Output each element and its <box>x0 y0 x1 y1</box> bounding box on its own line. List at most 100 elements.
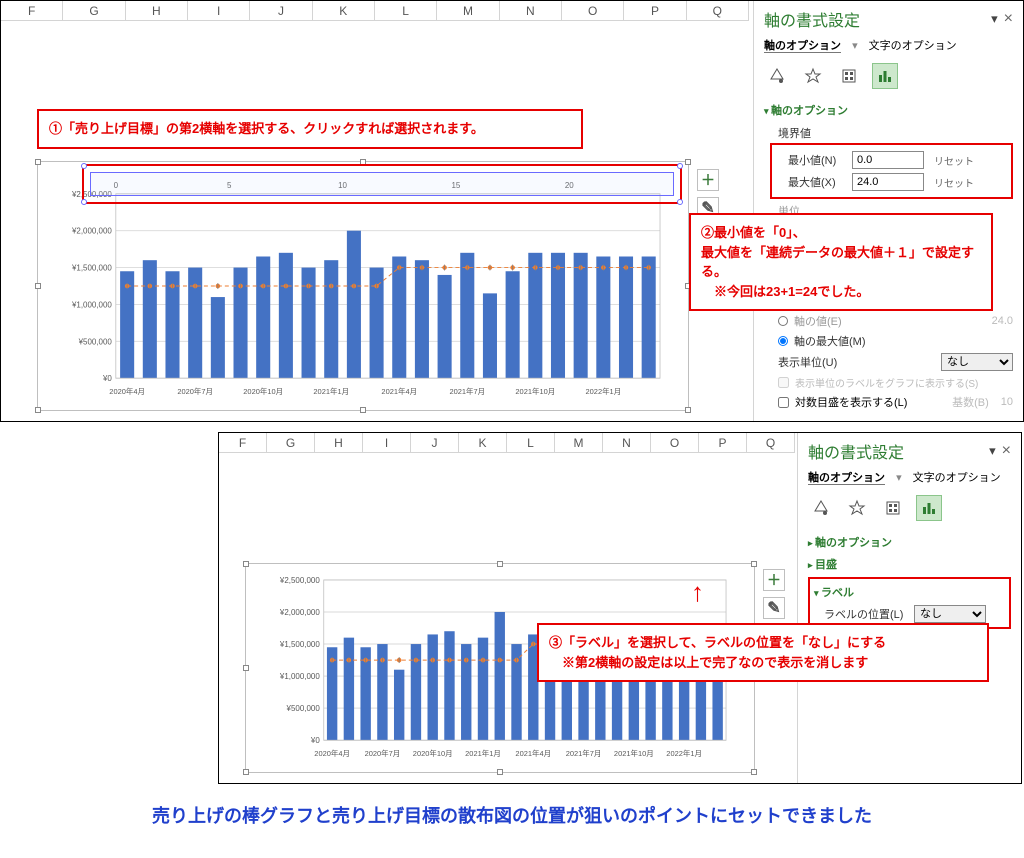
fill-line-icon-2[interactable] <box>808 495 834 521</box>
min-label: 最小値(N) <box>788 152 846 168</box>
resize-handle[interactable] <box>35 407 41 413</box>
subtab-text-options[interactable]: 文字のオプション <box>869 40 957 52</box>
svg-text:2022年1月: 2022年1月 <box>666 748 702 758</box>
column-header-N[interactable]: N <box>603 433 651 452</box>
svg-text:2021年7月: 2021年7月 <box>449 386 485 396</box>
column-header-N[interactable]: N <box>500 1 562 20</box>
section-labels[interactable]: ラベル <box>814 581 1005 603</box>
subtab-axis-options-2[interactable]: 軸のオプション <box>808 472 885 485</box>
section-ticks[interactable]: 目盛 <box>808 553 1011 575</box>
section-axis-options[interactable]: 軸のオプション <box>764 99 1013 121</box>
log-scale-row: 対数目盛を表示する(L) 基数(B) 10 <box>764 392 1013 412</box>
label-pos-row: ラベルの位置(L) なし <box>814 603 1005 625</box>
column-header-P[interactable]: P <box>699 433 747 452</box>
axis-options-icon-2[interactable] <box>916 495 942 521</box>
resize-handle[interactable] <box>685 159 691 165</box>
column-header-G[interactable]: G <box>267 433 315 452</box>
pane-close-icon[interactable]: × <box>1004 10 1013 27</box>
max-input[interactable] <box>852 173 924 191</box>
display-units-hint: 表示単位のラベルをグラフに表示する(S) <box>795 375 978 390</box>
column-header-M[interactable]: M <box>437 1 499 20</box>
chart-elements-button[interactable]: ＋ <box>697 169 719 191</box>
fill-line-icon[interactable] <box>764 63 790 89</box>
resize-handle[interactable] <box>360 407 366 413</box>
log-scale-label: 対数目盛を表示する(L) <box>795 394 907 410</box>
pane-subtabs-2: 軸のオプション ▾ 文字のオプション <box>808 469 1011 485</box>
column-header-K[interactable]: K <box>313 1 375 20</box>
resize-handle[interactable] <box>685 407 691 413</box>
column-header-F[interactable]: F <box>1 1 63 20</box>
column-header-P[interactable]: P <box>624 1 686 20</box>
svg-text:2021年10月: 2021年10月 <box>515 386 555 396</box>
label-pos-select[interactable]: なし <box>914 605 986 623</box>
size-properties-icon[interactable] <box>836 63 862 89</box>
effects-icon[interactable] <box>800 63 826 89</box>
subtab-text-options-2[interactable]: 文字のオプション <box>913 472 1001 484</box>
pane-title-row-2: 軸の書式設定 ▾× <box>808 439 1011 463</box>
max-label: 最大値(X) <box>788 174 846 190</box>
column-header-J[interactable]: J <box>250 1 312 20</box>
resize-handle[interactable] <box>497 561 503 567</box>
callout-3-line1: ③「ラベル」を選択して、ラベルの位置を「なし」にする <box>549 635 886 650</box>
resize-handle[interactable] <box>35 283 41 289</box>
min-input[interactable] <box>852 151 924 169</box>
column-header-row: FGHIJKLMNOPQ <box>1 1 749 21</box>
resize-handle[interactable] <box>243 769 249 775</box>
axis-value-value: 24.0 <box>992 315 1013 327</box>
resize-handle[interactable] <box>243 561 249 567</box>
section-axis-options-2[interactable]: 軸のオプション <box>808 531 1011 553</box>
column-header-K[interactable]: K <box>459 433 507 452</box>
chart-elements-button-2[interactable]: ＋ <box>763 569 785 591</box>
column-header-row-2: FGHIJKLMNOPQ <box>219 433 795 453</box>
column-header-I[interactable]: I <box>363 433 411 452</box>
svg-text:2021年4月: 2021年4月 <box>515 748 551 758</box>
footer-summary: 売り上げの棒グラフと売り上げ目標の散布図の位置が狙いのポイントにセットできました <box>0 802 1024 828</box>
max-reset[interactable]: リセット <box>934 175 974 190</box>
axis-value-radio[interactable] <box>778 316 788 326</box>
column-header-M[interactable]: M <box>555 433 603 452</box>
column-header-L[interactable]: L <box>375 1 437 20</box>
axis-max-radio[interactable] <box>778 336 788 346</box>
pane-dropdown-icon[interactable]: ▾ <box>991 11 998 26</box>
min-reset[interactable]: リセット <box>934 153 974 168</box>
log-scale-checkbox[interactable] <box>778 397 789 408</box>
resize-handle[interactable] <box>751 769 757 775</box>
pane-title-row: 軸の書式設定 ▾× <box>764 7 1013 31</box>
labels-red-highlight: ラベル ラベルの位置(L) なし <box>808 577 1011 629</box>
axis-options-icon[interactable] <box>872 63 898 89</box>
column-headers: FGHIJKLMNOPQ <box>1 1 749 21</box>
size-properties-icon-2[interactable] <box>880 495 906 521</box>
resize-handle[interactable] <box>243 665 249 671</box>
chart-styles-button-2[interactable]: ✎ <box>763 597 785 619</box>
column-headers-2: FGHIJKLMNOPQ <box>219 433 795 453</box>
column-header-J[interactable]: J <box>411 433 459 452</box>
column-header-H[interactable]: H <box>315 433 363 452</box>
column-header-G[interactable]: G <box>63 1 125 20</box>
resize-handle[interactable] <box>497 769 503 775</box>
svg-text:2020年10月: 2020年10月 <box>413 748 453 758</box>
effects-icon-2[interactable] <box>844 495 870 521</box>
svg-text:¥2,000,000: ¥2,000,000 <box>72 227 112 236</box>
pane-close-icon-2[interactable]: × <box>1002 442 1011 459</box>
subtab-axis-options[interactable]: 軸のオプション <box>764 40 841 53</box>
column-header-F[interactable]: F <box>219 433 267 452</box>
column-header-Q[interactable]: Q <box>747 433 795 452</box>
svg-text:2021年10月: 2021年10月 <box>614 748 654 758</box>
secondary-horizontal-axis-selection[interactable] <box>82 164 682 204</box>
column-header-L[interactable]: L <box>507 433 555 452</box>
svg-text:¥2,500,000: ¥2,500,000 <box>280 576 320 585</box>
column-header-O[interactable]: O <box>562 1 624 20</box>
embedded-chart[interactable]: ¥0¥500,000¥1,000,000¥1,500,000¥2,000,000… <box>37 161 689 411</box>
callout-2: ②最小値を「0」、 最大値を「連続データの最大値＋１」で設定する。 ※今回は23… <box>689 213 993 311</box>
pane-dropdown-icon-2[interactable]: ▾ <box>989 443 996 458</box>
column-header-Q[interactable]: Q <box>687 1 749 20</box>
column-header-I[interactable]: I <box>188 1 250 20</box>
axis-value-row: 軸の値(E) 24.0 <box>764 311 1013 331</box>
bounds-red-highlight: 最小値(N) リセット 最大値(X) リセット <box>770 143 1013 199</box>
column-header-H[interactable]: H <box>126 1 188 20</box>
resize-handle[interactable] <box>751 561 757 567</box>
screenshot-2: FGHIJKLMNOPQ ¥0¥500,000¥1,000,000¥1,500,… <box>218 432 1022 784</box>
display-units-select[interactable]: なし <box>941 353 1013 371</box>
resize-handle[interactable] <box>35 159 41 165</box>
column-header-O[interactable]: O <box>651 433 699 452</box>
